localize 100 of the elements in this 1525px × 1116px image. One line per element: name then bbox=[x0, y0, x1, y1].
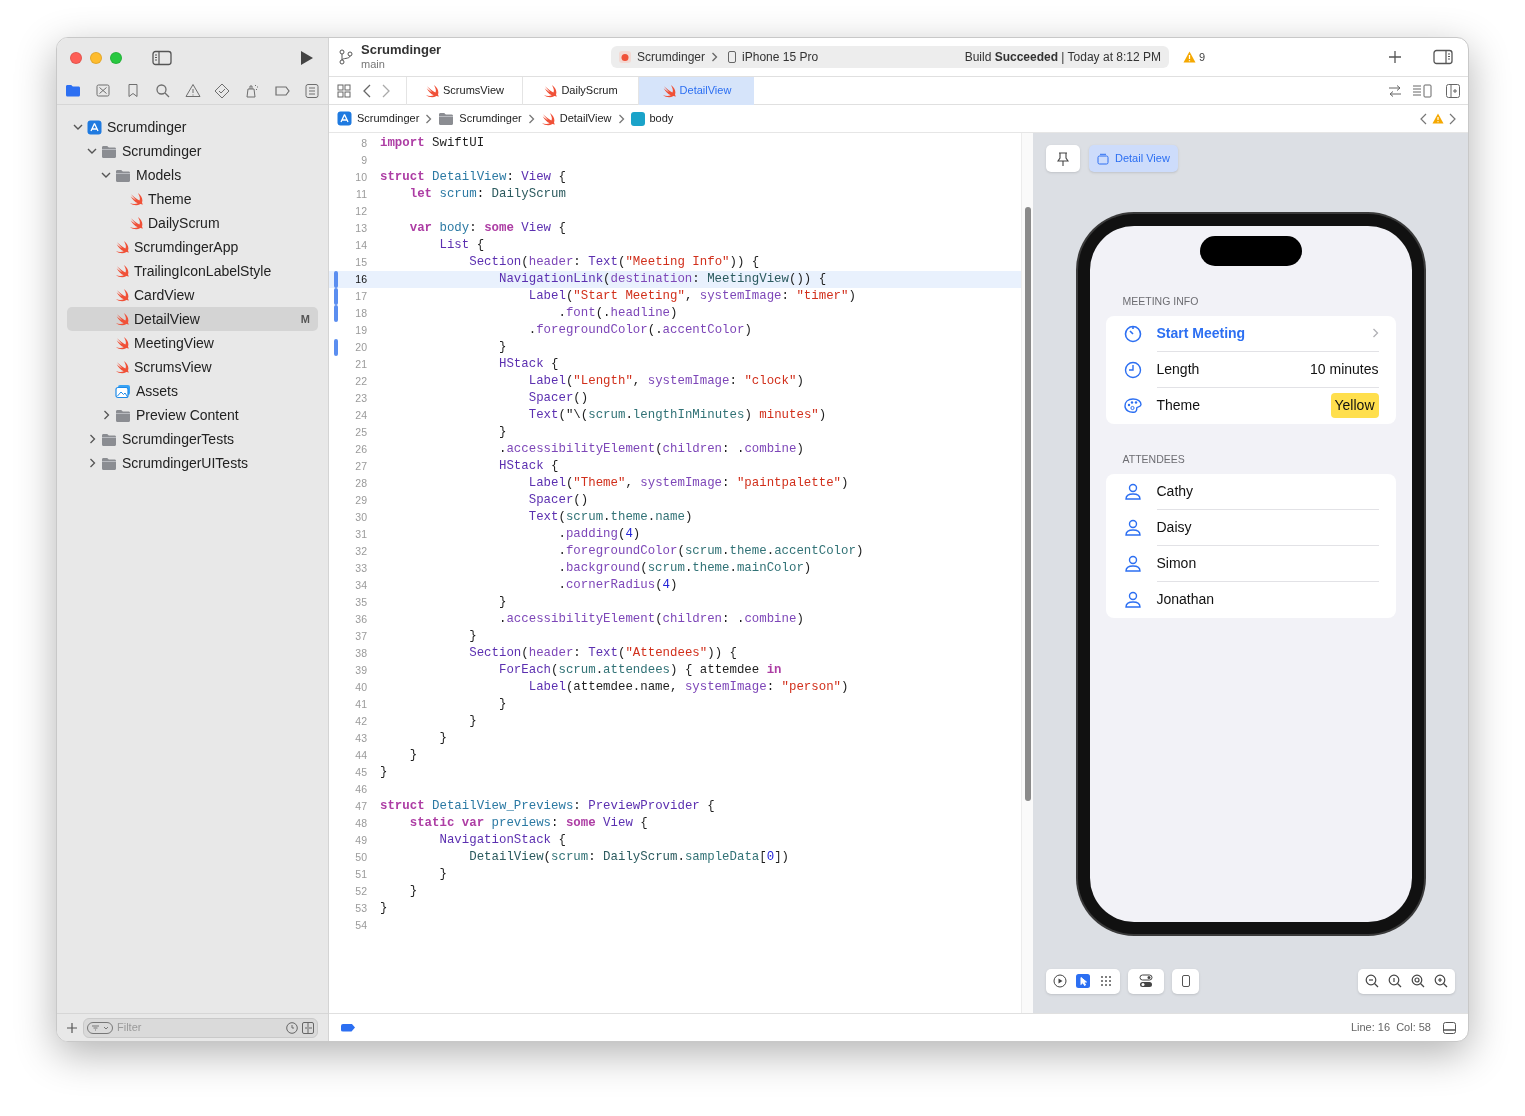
person-icon bbox=[1122, 517, 1143, 538]
file-row[interactable]: DailyScrum bbox=[67, 211, 318, 235]
editor-tab[interactable]: ScrumsView bbox=[406, 76, 522, 105]
person-icon bbox=[1122, 589, 1143, 610]
spray-icon[interactable] bbox=[244, 82, 261, 99]
file-row[interactable]: Scrumdinger bbox=[67, 139, 318, 163]
code-line: Text(scrum.theme.name) bbox=[527, 509, 693, 526]
play-icon[interactable] bbox=[300, 49, 314, 66]
scrollbar-thumb[interactable] bbox=[1025, 207, 1031, 801]
code-line: HStack { bbox=[497, 356, 559, 373]
file-row[interactable]: Scrumdinger bbox=[67, 115, 318, 139]
list-icon[interactable] bbox=[304, 82, 320, 99]
file-name: MeetingView bbox=[134, 333, 215, 353]
folder-icon bbox=[115, 408, 131, 422]
file-row[interactable]: ScrumsView bbox=[67, 355, 318, 379]
swap-arrows-icon[interactable] bbox=[1388, 84, 1402, 97]
file-name: ScrumdingerApp bbox=[134, 237, 240, 257]
add-editor-icon[interactable] bbox=[1446, 83, 1460, 98]
clock-icon bbox=[1122, 359, 1143, 380]
warning-icon[interactable] bbox=[184, 82, 201, 99]
zoom-out-icon[interactable] bbox=[1365, 974, 1379, 988]
forward-icon[interactable] bbox=[1449, 112, 1456, 125]
row-label: Jonathan bbox=[1156, 590, 1216, 609]
back-icon[interactable] bbox=[363, 83, 371, 98]
filter-field[interactable]: Filter bbox=[83, 1017, 318, 1038]
grid-icon[interactable] bbox=[337, 83, 351, 98]
file-row[interactable]: ScrumdingerTests bbox=[67, 427, 318, 451]
file-name: Scrumdinger bbox=[107, 117, 188, 137]
file-row[interactable]: CardView bbox=[67, 283, 318, 307]
file-row[interactable]: MeetingView bbox=[67, 331, 318, 355]
swift-file-icon bbox=[115, 360, 129, 374]
code-line: Label("Theme", systemImage: "paintpalette") bbox=[527, 475, 849, 492]
pin-icon bbox=[1057, 151, 1069, 166]
swift-file-icon bbox=[425, 83, 440, 98]
device-button[interactable] bbox=[1172, 968, 1199, 994]
line-number: 31 bbox=[354, 526, 367, 542]
cursor-icon[interactable] bbox=[1076, 974, 1090, 988]
start-meeting-link[interactable]: Start Meeting bbox=[1156, 322, 1372, 344]
close-button[interactable] bbox=[70, 51, 82, 64]
code-line: .accessibilityElement(children: .combine) bbox=[497, 441, 804, 458]
inspector-toggle-icon[interactable] bbox=[1433, 49, 1453, 65]
code-line: } bbox=[380, 900, 388, 917]
line-number: 45 bbox=[354, 764, 367, 780]
breadcrumb-item[interactable]: Scrumdinger bbox=[337, 110, 420, 127]
file-row[interactable]: ScrumdingerApp bbox=[67, 235, 318, 259]
swift-file-icon bbox=[115, 312, 129, 326]
chevron-right-icon bbox=[711, 52, 719, 62]
file-row[interactable]: Preview Content bbox=[67, 403, 318, 427]
file-row[interactable]: Theme bbox=[67, 187, 318, 211]
code-line: .foregroundColor(.accentColor) bbox=[527, 322, 752, 339]
filter-input[interactable]: Filter bbox=[117, 1019, 282, 1036]
line-number: 30 bbox=[354, 509, 367, 525]
zoom-fit-icon[interactable] bbox=[1411, 974, 1425, 988]
file-row[interactable]: Assets bbox=[67, 379, 318, 403]
code-line: Spacer() bbox=[527, 390, 589, 407]
breakpoint-toggle[interactable] bbox=[341, 1023, 355, 1032]
zoom-in-icon[interactable] bbox=[1434, 974, 1448, 988]
zoom-100-icon[interactable] bbox=[1388, 974, 1402, 988]
line-number: 43 bbox=[354, 730, 367, 746]
file-row[interactable]: Models bbox=[67, 163, 318, 187]
property-icon bbox=[630, 111, 645, 126]
editor-tab[interactable]: DetailView bbox=[638, 76, 754, 105]
diamond-check-icon[interactable] bbox=[214, 82, 231, 99]
pin-button[interactable] bbox=[1046, 145, 1080, 172]
minimap-icon[interactable] bbox=[1412, 83, 1432, 98]
chevron-right-icon bbox=[1371, 328, 1379, 339]
swift-file-icon bbox=[115, 264, 129, 278]
code-line: NavigationStack { bbox=[438, 832, 566, 849]
line-number: 23 bbox=[354, 390, 367, 406]
file-row[interactable]: TrailingIconLabelStyle bbox=[67, 259, 318, 283]
file-row[interactable]: DetailView M bbox=[67, 307, 318, 331]
line-number: 32 bbox=[354, 543, 367, 559]
warning-icon bbox=[1183, 51, 1196, 63]
plus-icon[interactable] bbox=[67, 1022, 77, 1033]
breadcrumb-item[interactable]: Scrumdinger bbox=[438, 110, 522, 127]
breadcrumb-item[interactable]: body bbox=[630, 110, 674, 127]
back-icon[interactable] bbox=[1420, 112, 1427, 125]
square-x-icon[interactable] bbox=[94, 82, 111, 99]
device-name[interactable]: iPhone 15 Pro bbox=[742, 48, 819, 66]
play-circle-icon[interactable] bbox=[1053, 974, 1067, 988]
sidebar-toggle-icon[interactable] bbox=[152, 49, 172, 66]
file-name: ScrumsView bbox=[134, 357, 213, 377]
breadcrumb-item[interactable]: DetailView bbox=[540, 110, 612, 127]
forward-icon[interactable] bbox=[382, 83, 390, 98]
zoom-button[interactable] bbox=[110, 51, 122, 64]
code-line: .background(scrum.theme.mainColor) bbox=[557, 560, 812, 577]
debug-area-toggle-icon[interactable] bbox=[1443, 1021, 1456, 1034]
device-settings-button[interactable] bbox=[1128, 968, 1164, 994]
grid-dots-icon[interactable] bbox=[1099, 974, 1113, 988]
search-icon[interactable] bbox=[154, 82, 171, 99]
code-line: } bbox=[468, 628, 477, 645]
file-row[interactable]: ScrumdingerUITests bbox=[67, 451, 318, 475]
file-name: ScrumdingerTests bbox=[122, 429, 236, 449]
code-line: List { bbox=[438, 237, 485, 254]
scheme-name[interactable]: Scrumdinger bbox=[637, 48, 706, 66]
palette-icon bbox=[1122, 395, 1143, 416]
plus-icon[interactable] bbox=[1389, 51, 1401, 63]
code-line: HStack { bbox=[497, 458, 559, 475]
folder-icon[interactable] bbox=[65, 82, 81, 99]
line-number: 50 bbox=[354, 849, 367, 865]
